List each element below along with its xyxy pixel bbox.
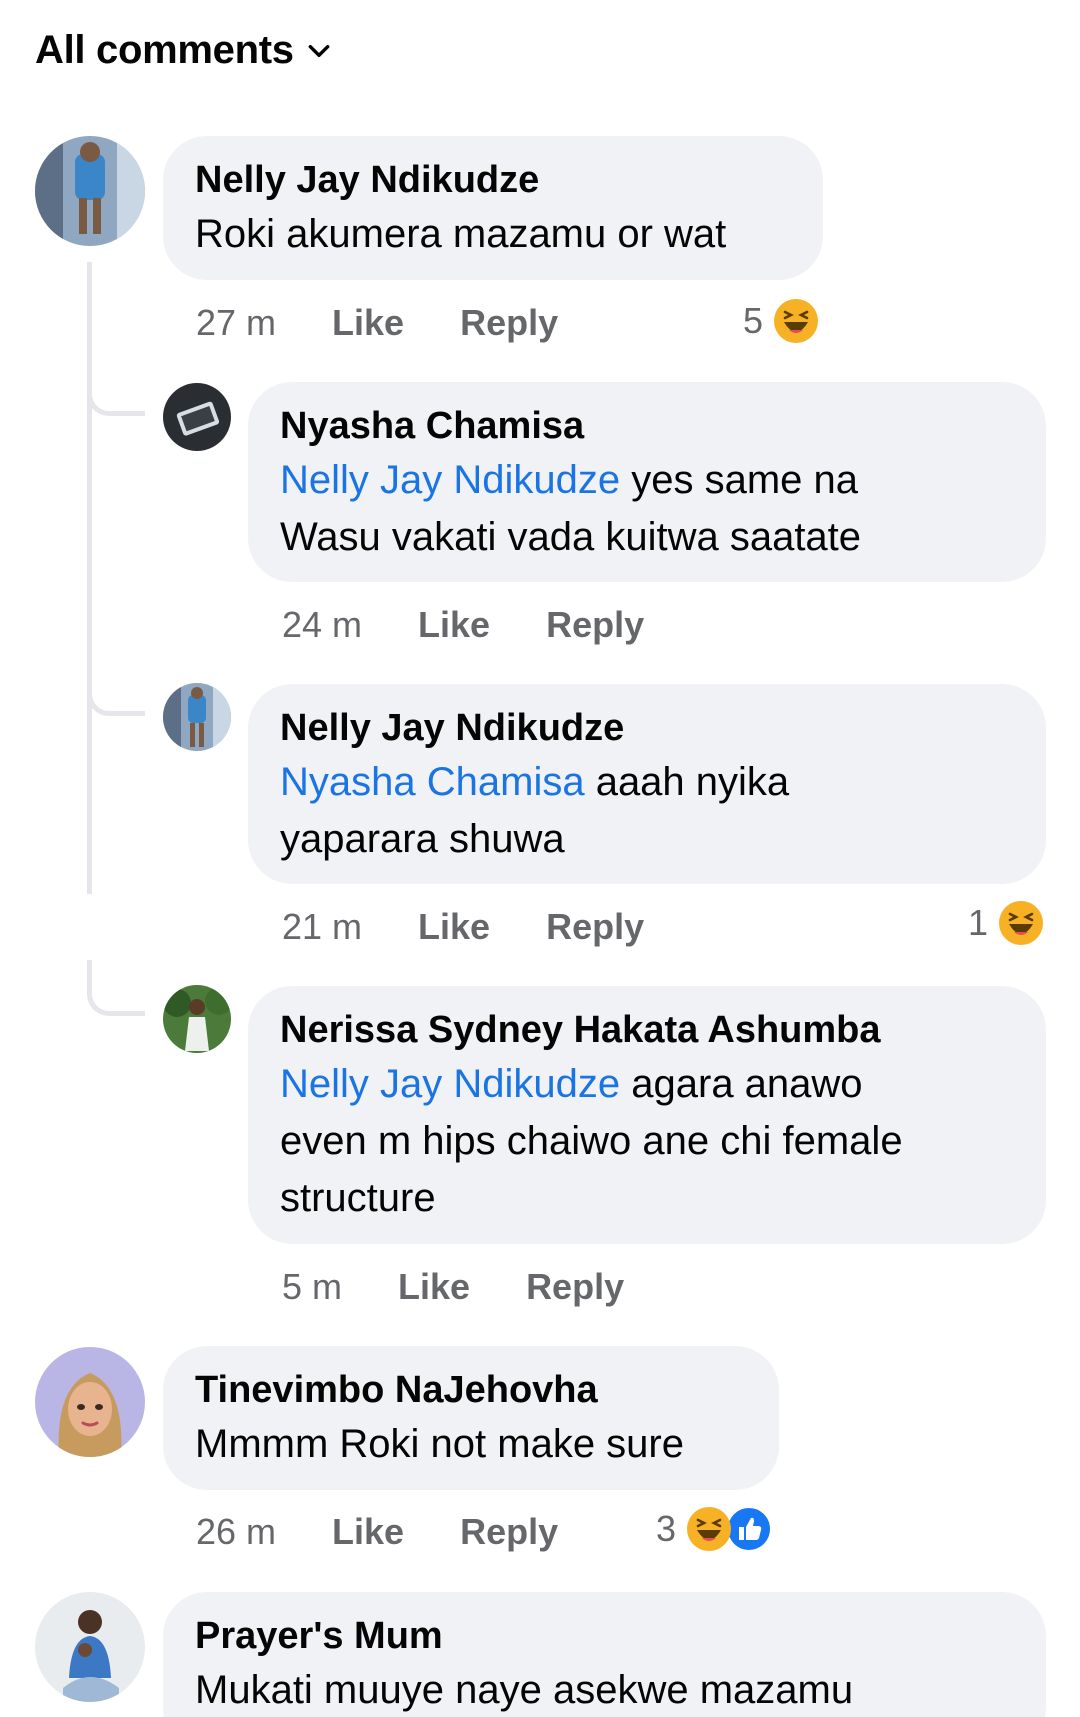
reply-connector [87, 660, 145, 716]
avatar[interactable] [163, 683, 231, 751]
comment-text: Wasu vakati vada kuitwa saatate [280, 515, 862, 559]
comment-meta: 21 m Like Reply [282, 902, 700, 952]
reply-connector [87, 360, 145, 416]
comment-author[interactable]: Nyasha Chamisa [280, 400, 1014, 452]
avatar[interactable] [35, 1347, 145, 1457]
avatar[interactable] [35, 136, 145, 246]
comment-bubble[interactable]: Nyasha Chamisa Nelly Jay Ndikudze yes sa… [248, 382, 1046, 582]
comment-time[interactable]: 5 m [282, 1266, 342, 1308]
comment-bubble[interactable]: Nelly Jay Ndikudze Nyasha Chamisa aaah n… [248, 684, 1046, 884]
like-button[interactable]: Like [332, 1511, 404, 1553]
comment-text: Nelly Jay Ndikudze agara anawo [280, 1062, 863, 1106]
reaction-summary[interactable]: 3 [656, 1504, 773, 1554]
reply-connector [87, 960, 145, 1016]
comment-bubble[interactable]: Tinevimbo NaJehovha Mmmm Roki not make s… [163, 1346, 779, 1490]
reply-thread-line [87, 262, 92, 894]
like-button[interactable]: Like [398, 1266, 470, 1308]
comments-filter-label: All comments [35, 28, 294, 72]
avatar[interactable] [163, 383, 231, 451]
haha-emoji-icon [686, 1506, 732, 1552]
comment-author[interactable]: Nelly Jay Ndikudze [195, 154, 791, 206]
reaction-summary[interactable]: 5 [743, 296, 819, 346]
comment-text: yaparara shuwa [280, 817, 565, 861]
reply-button[interactable]: Reply [460, 1511, 558, 1553]
mention-link[interactable]: Nyasha Chamisa [280, 760, 585, 804]
comment-bubble[interactable]: Nerissa Sydney Hakata Ashumba Nelly Jay … [248, 986, 1046, 1244]
chevron-down-icon [308, 44, 330, 57]
comment-author[interactable]: Nelly Jay Ndikudze [280, 702, 1014, 754]
comments-filter-dropdown[interactable]: All comments [35, 28, 332, 73]
reaction-count: 3 [656, 1508, 677, 1549]
like-thumb-icon [726, 1506, 773, 1552]
reaction-count: 1 [968, 902, 989, 943]
avatar[interactable] [163, 985, 231, 1053]
comment-bubble[interactable]: Prayer's Mum Mukati muuye naye asekwe ma… [163, 1592, 1046, 1717]
comment-text: Mmmm Roki not make sure [195, 1422, 684, 1466]
comment-meta: 24 m Like Reply [282, 600, 700, 650]
reply-button[interactable]: Reply [526, 1266, 624, 1308]
comment-time[interactable]: 24 m [282, 604, 362, 646]
haha-emoji-icon [773, 298, 819, 344]
comment-bubble[interactable]: Nelly Jay Ndikudze Roki akumera mazamu o… [163, 136, 823, 280]
comment-text: Roki akumera mazamu or wat [195, 212, 727, 256]
comment-time[interactable]: 26 m [196, 1511, 276, 1553]
comment-text: Mukati muuye naye asekwe mazamu [195, 1668, 854, 1712]
comment-time[interactable]: 27 m [196, 302, 276, 344]
comment-author[interactable]: Tinevimbo NaJehovha [195, 1364, 747, 1416]
reply-button[interactable]: Reply [546, 604, 644, 646]
comment-text: Nyasha Chamisa aaah nyika [280, 760, 790, 804]
mention-link[interactable]: Nelly Jay Ndikudze [280, 1062, 620, 1106]
comment-author[interactable]: Prayer's Mum [195, 1610, 1014, 1662]
avatar[interactable] [35, 1592, 145, 1702]
like-button[interactable]: Like [418, 906, 490, 948]
comment-time[interactable]: 21 m [282, 906, 362, 948]
comment-meta: 26 m Like Reply [196, 1507, 614, 1557]
like-button[interactable]: Like [332, 302, 404, 344]
reply-button[interactable]: Reply [460, 302, 558, 344]
mention-link[interactable]: Nelly Jay Ndikudze [280, 458, 620, 502]
reaction-count: 5 [743, 300, 764, 341]
reaction-summary[interactable]: 1 [968, 898, 1044, 948]
comment-author[interactable]: Nerissa Sydney Hakata Ashumba [280, 1004, 1014, 1056]
like-button[interactable]: Like [418, 604, 490, 646]
haha-emoji-icon [998, 900, 1044, 946]
comment-text: structure [280, 1176, 436, 1220]
reply-button[interactable]: Reply [546, 906, 644, 948]
comment-meta: 27 m Like Reply [196, 298, 614, 348]
comment-text: Nelly Jay Ndikudze yes same na [280, 458, 859, 502]
comment-meta: 5 m Like Reply [282, 1262, 680, 1312]
comment-text: even m hips chaiwo ane chi female [280, 1119, 903, 1163]
